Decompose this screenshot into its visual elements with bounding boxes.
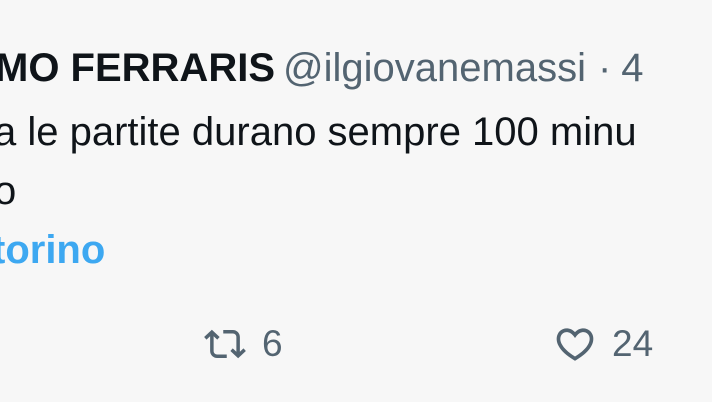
- tweet-text-line-2: o: [0, 169, 17, 213]
- author-name[interactable]: MO FERRARIS: [0, 46, 275, 90]
- heart-icon: [550, 319, 600, 369]
- header-separator: ·: [597, 46, 612, 90]
- author-handle[interactable]: @ilgiovanemassi: [283, 46, 586, 90]
- hashtag-link[interactable]: torino: [0, 222, 105, 278]
- retweet-count: 6: [262, 323, 283, 364]
- tweet-header: MO FERRARIS @ilgiovanemassi · 4: [0, 40, 644, 96]
- tweet-timestamp[interactable]: 4: [621, 46, 643, 90]
- tweet-card[interactable]: MO FERRARIS @ilgiovanemassi · 4 a le partit…: [0, 0, 712, 402]
- retweet-icon: [200, 319, 250, 369]
- like-count: 24: [612, 323, 654, 364]
- tweet-text-line-1: a le partite durano sempre 100 minu: [0, 110, 637, 154]
- retweet-button[interactable]: 6: [200, 318, 283, 370]
- like-button[interactable]: 24: [550, 318, 653, 370]
